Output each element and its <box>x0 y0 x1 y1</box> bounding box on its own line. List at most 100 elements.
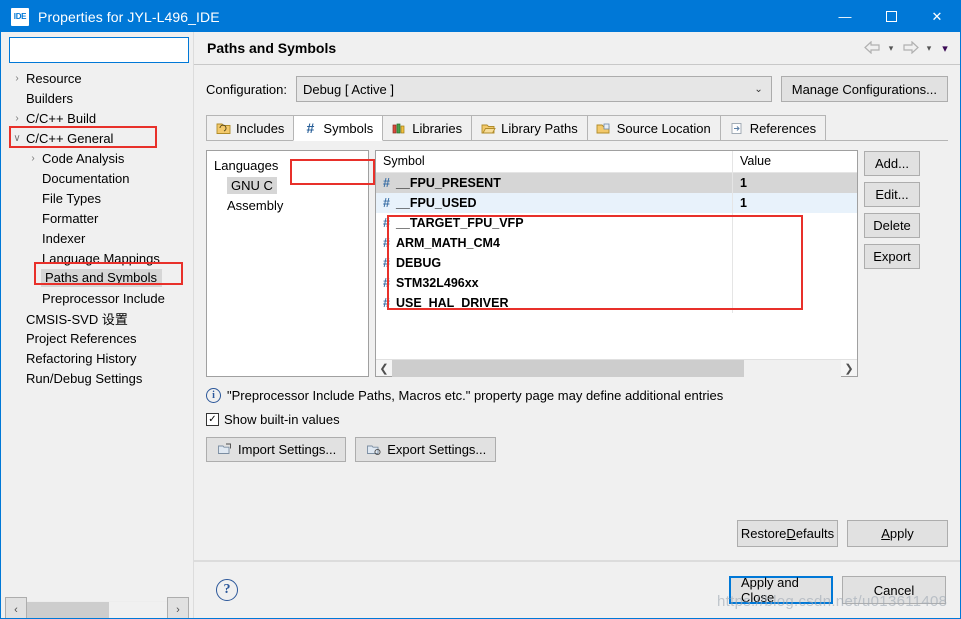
forward-dropdown-icon[interactable]: ▾ <box>922 43 936 54</box>
scroll-left-icon[interactable]: ❮ <box>376 362 392 375</box>
apply-row: Restore Defaults Apply <box>737 520 948 547</box>
info-icon: i <box>206 388 221 403</box>
back-dropdown-icon[interactable]: ▾ <box>884 43 898 54</box>
back-arrow-icon[interactable] <box>862 40 882 57</box>
import-settings-button[interactable]: Import Settings... <box>206 437 347 462</box>
sidebar-item-cmsis-svd[interactable]: CMSIS-SVD 设置 <box>9 308 189 328</box>
help-icon[interactable]: ? <box>216 579 238 601</box>
sidebar-item-paths-and-symbols[interactable]: Paths and Symbols <box>9 268 189 288</box>
symbols-scroll-track[interactable] <box>392 359 841 377</box>
sidebar-item-cpp-build[interactable]: › C/C++ Build <box>9 108 189 128</box>
apply-button[interactable]: Apply <box>847 520 948 547</box>
configuration-select[interactable]: Debug [ Active ] ⌄ <box>295 76 772 102</box>
sidebar-item-resource[interactable]: › Resource <box>9 68 189 88</box>
chevron-right-icon[interactable]: › <box>9 113 25 124</box>
table-row[interactable]: # __FPU_USED 1 <box>376 193 857 213</box>
hash-icon: # <box>383 196 390 210</box>
symbols-scroll-thumb[interactable] <box>392 359 744 377</box>
close-icon[interactable]: ✕ <box>914 1 960 32</box>
symbol-name: STM32L496xx <box>395 276 479 290</box>
table-row[interactable]: # USE_HAL_DRIVER <box>376 293 857 313</box>
tab-source-location[interactable]: Source Location <box>586 115 721 140</box>
tab-library-paths[interactable]: Library Paths <box>471 115 588 140</box>
minimize-icon[interactable]: — <box>822 1 868 32</box>
sidebar-item-cpp-general[interactable]: ∨ C/C++ General <box>9 128 189 148</box>
tree-horizontal-scrollbar[interactable]: ‹ › <box>5 597 189 618</box>
delete-button[interactable]: Delete <box>864 213 920 238</box>
column-header-value[interactable]: Value <box>733 151 857 172</box>
tab-libraries[interactable]: Libraries <box>382 115 473 140</box>
tree-scroll-track[interactable] <box>27 601 167 618</box>
forward-arrow-icon[interactable] <box>900 40 920 57</box>
symbol-cell: # __FPU_USED <box>376 193 733 213</box>
value-cell <box>733 273 857 293</box>
export-settings-icon <box>365 443 381 457</box>
back-arrow-glyph <box>863 40 880 54</box>
sidebar-item-code-analysis[interactable]: › Code Analysis <box>9 148 189 168</box>
sidebar-item-label: Language Mappings <box>42 250 160 266</box>
page-header: Paths and Symbols ▾ ▾ ▾ <box>194 32 960 65</box>
export-button[interactable]: Export <box>864 244 920 269</box>
sidebar-item-indexer[interactable]: Indexer <box>9 228 189 248</box>
value-cell: 1 <box>740 196 747 210</box>
symbol-cell: # __TARGET_FPU_VFP <box>376 213 733 233</box>
tab-includes[interactable]: Includes <box>206 115 295 140</box>
import-export-row: Import Settings... Export Settings... <box>206 437 948 462</box>
sidebar-item-documentation[interactable]: Documentation <box>9 168 189 188</box>
sidebar-item-label: Project References <box>26 330 137 346</box>
sidebar-item-file-types[interactable]: File Types <box>9 188 189 208</box>
table-row[interactable]: # DEBUG <box>376 253 857 273</box>
sidebar-item-project-references[interactable]: Project References <box>9 328 189 348</box>
add-button[interactable]: Add... <box>864 151 920 176</box>
chevron-right-icon[interactable]: › <box>25 153 41 164</box>
export-settings-button[interactable]: Export Settings... <box>355 437 497 462</box>
symbol-cell: # STM32L496xx <box>376 273 733 293</box>
filter-box[interactable] <box>9 37 189 63</box>
sidebar-item-label: C/C++ Build <box>26 110 97 126</box>
symbols-table-header: Symbol Value <box>376 151 857 173</box>
scroll-left-icon[interactable]: ‹ <box>5 597 27 618</box>
symbols-action-buttons: Add... Edit... Delete Export <box>864 150 920 377</box>
chevron-down-icon[interactable]: ∨ <box>9 133 25 144</box>
tree-scroll-thumb[interactable] <box>27 601 109 618</box>
show-builtin-checkbox[interactable]: ✓ <box>206 413 219 426</box>
settings-tree: › Resource Builders › C/C++ Build ∨ C/C+… <box>9 63 189 601</box>
sidebar-item-builders[interactable]: Builders <box>9 88 189 108</box>
chevron-right-icon[interactable]: › <box>9 73 25 84</box>
value-cell <box>733 213 857 233</box>
chevron-down-icon[interactable]: ⌄ <box>754 77 762 101</box>
dialog-body: › Resource Builders › C/C++ Build ∨ C/C+… <box>1 32 960 618</box>
column-header-symbol[interactable]: Symbol <box>376 151 733 172</box>
sidebar-item-label: Indexer <box>42 230 86 246</box>
sidebar-item-refactoring-history[interactable]: Refactoring History <box>9 348 189 368</box>
symbol-cell: # ARM_MATH_CM4 <box>376 233 733 253</box>
language-item-assembly[interactable]: Assembly <box>207 195 368 215</box>
ide-icon: IDE <box>11 7 29 26</box>
sidebar-item-run-debug-settings[interactable]: Run/Debug Settings <box>9 368 189 388</box>
languages-list[interactable]: Languages GNU C Assembly <box>206 150 369 377</box>
manage-configurations-button[interactable]: Manage Configurations... <box>780 76 948 102</box>
table-row[interactable]: # ARM_MATH_CM4 <box>376 233 857 253</box>
table-row[interactable]: # __FPU_PRESENT 1 <box>376 173 857 193</box>
restore-defaults-button[interactable]: Restore Defaults <box>737 520 838 547</box>
sidebar-item-preprocessor-include[interactable]: Preprocessor Include <box>9 288 189 308</box>
view-menu-icon[interactable]: ▾ <box>938 42 952 55</box>
scroll-right-icon[interactable]: › <box>167 597 189 618</box>
filter-input[interactable] <box>15 41 183 59</box>
maximize-icon[interactable] <box>868 1 914 32</box>
tab-references[interactable]: References <box>719 115 827 140</box>
sidebar-item-label: Run/Debug Settings <box>26 370 143 386</box>
sidebar-item-formatter[interactable]: Formatter <box>9 208 189 228</box>
edit-button[interactable]: Edit... <box>864 182 920 207</box>
language-item-gnu-c[interactable]: GNU C <box>207 175 368 195</box>
table-row[interactable]: # __TARGET_FPU_VFP <box>376 213 857 233</box>
show-builtin-values-row[interactable]: ✓ Show built-in values <box>206 412 948 427</box>
symbol-name: __FPU_USED <box>395 196 477 210</box>
symbols-table[interactable]: Symbol Value # __FPU_PRESENT 1 # __FPU_U… <box>375 150 858 377</box>
scroll-right-icon[interactable]: ❯ <box>841 362 857 375</box>
info-note: i "Preprocessor Include Paths, Macros et… <box>206 388 948 403</box>
table-row[interactable]: # STM32L496xx <box>376 273 857 293</box>
sidebar-item-language-mappings[interactable]: Language Mappings <box>9 248 189 268</box>
tab-symbols[interactable]: # Symbols <box>293 115 384 141</box>
symbols-horizontal-scrollbar[interactable]: ❮ ❯ <box>376 359 857 377</box>
